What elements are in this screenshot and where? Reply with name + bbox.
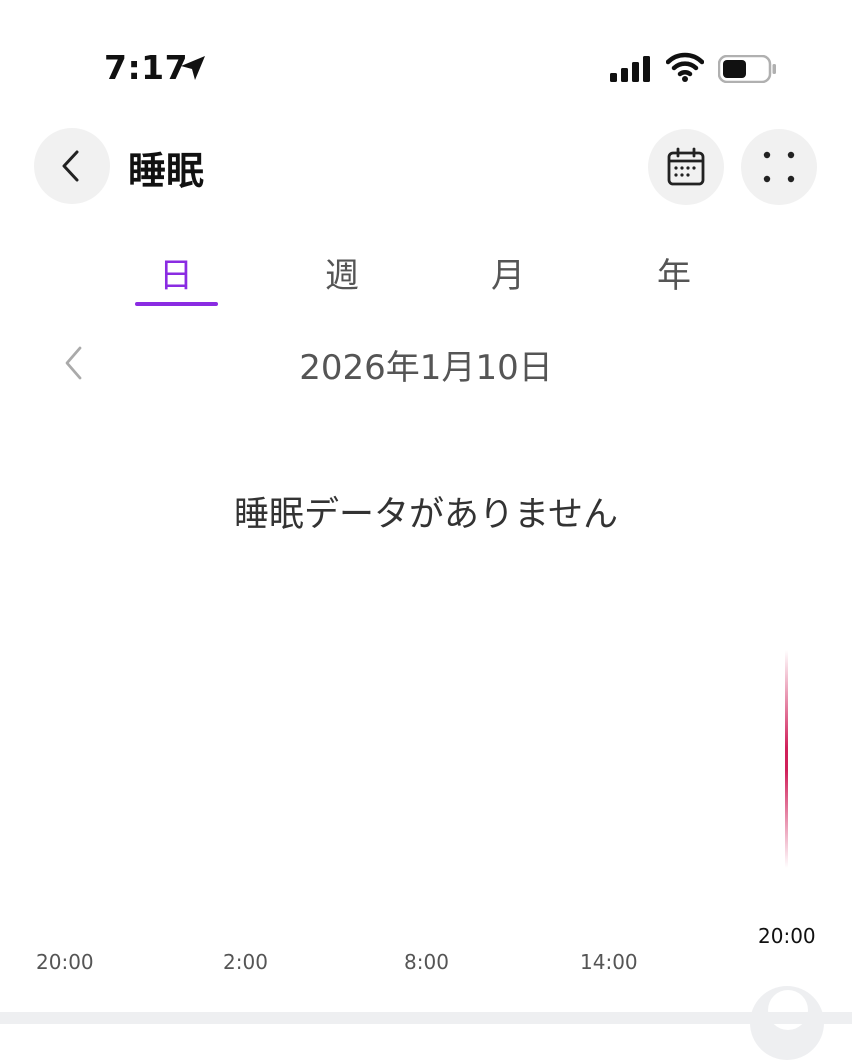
chevron-left-icon [62,150,79,182]
calendar-button[interactable] [648,129,724,205]
chevron-left-icon [65,346,82,380]
more-options-button[interactable] [741,129,817,205]
page-title: 睡眠 [128,149,205,193]
x-tick-label: 20:00 [36,950,94,974]
no-sleep-data-message: 睡眠データがありません [234,495,618,535]
date-label: 2026年1月10日 [299,348,553,388]
status-time: 7:17 [104,48,189,87]
tab-year[interactable]: 年 [614,248,734,297]
four-dots-icon [763,151,795,183]
tab-week[interactable]: 週 [282,248,402,297]
tab-day[interactable]: 日 [116,248,236,297]
previous-date-button[interactable] [60,344,88,386]
bottom-sheet-handle[interactable] [768,990,808,1030]
cellular-signal-icon [610,56,652,86]
x-tick-label: 2:00 [223,950,268,974]
x-tick-label: 8:00 [404,950,449,974]
wifi-icon [665,52,705,86]
battery-icon [717,54,778,87]
location-arrow-icon [178,53,208,87]
back-button[interactable] [34,128,110,204]
marker-time-label: 20:00 [758,924,816,948]
x-tick-label: 14:00 [580,950,638,974]
calendar-icon [667,147,705,186]
active-tab-indicator [135,302,218,306]
bottom-sheet-edge [0,1012,852,1024]
tab-month[interactable]: 月 [448,248,568,297]
current-time-marker [785,650,788,868]
